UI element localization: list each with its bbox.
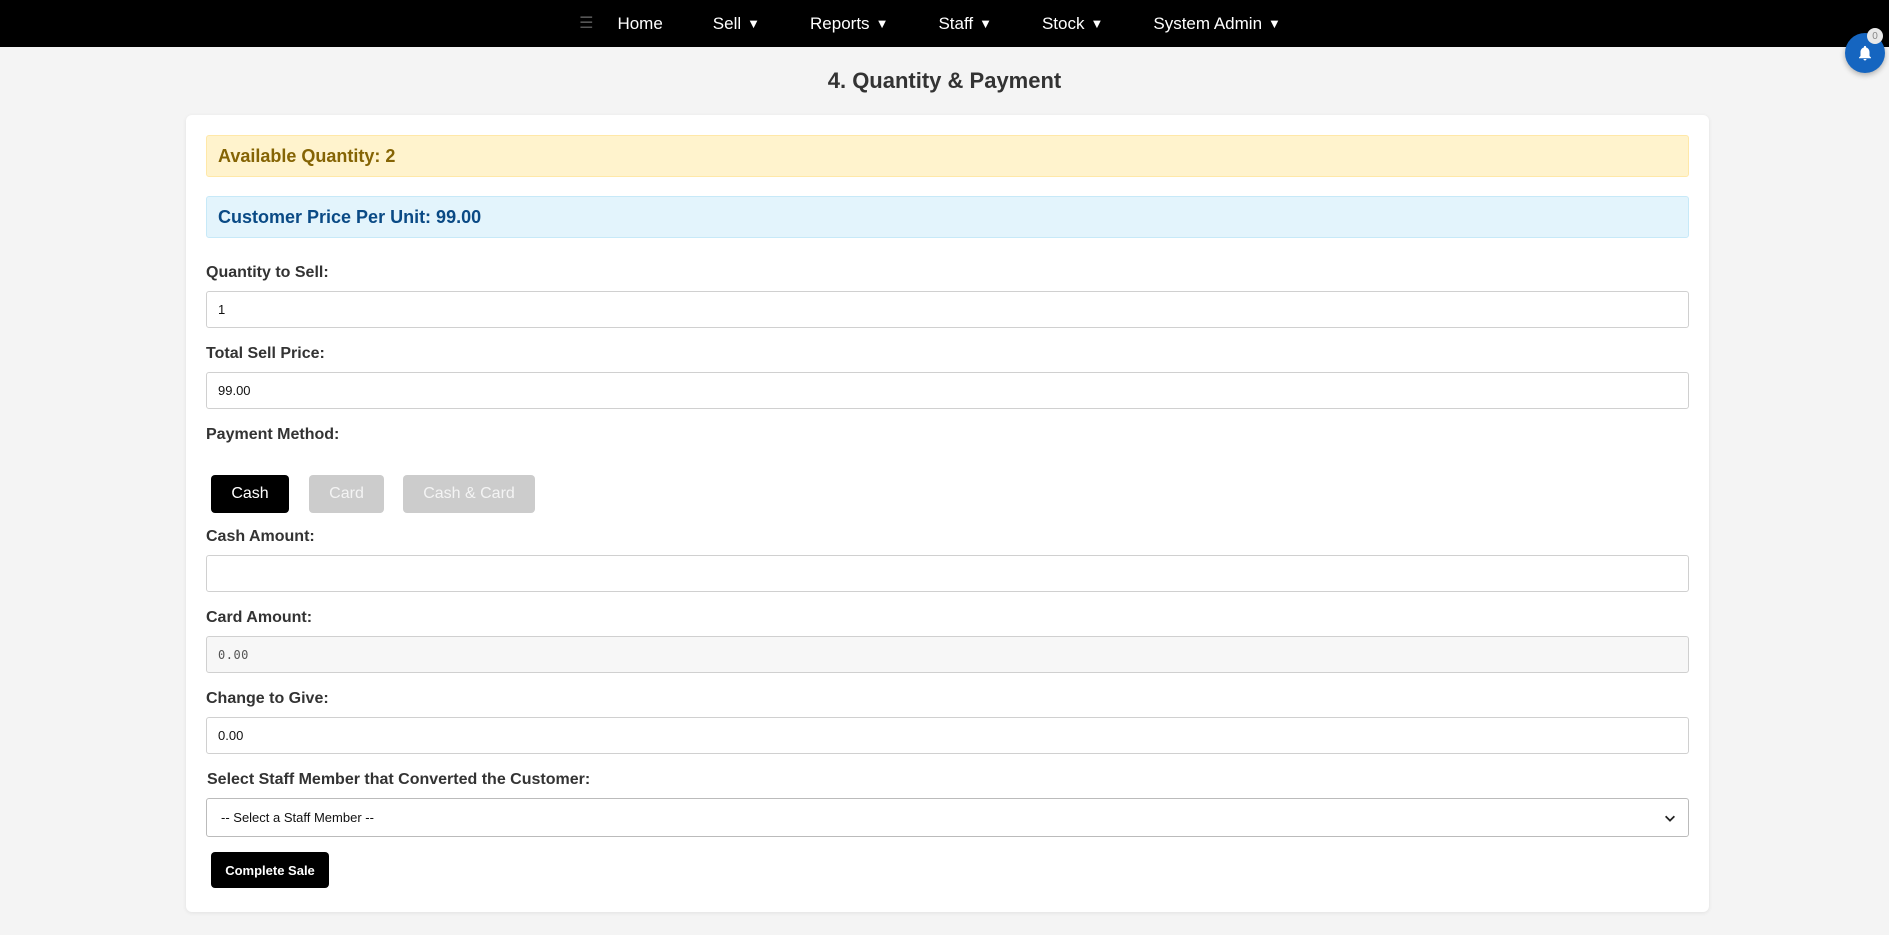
payment-method-label: Payment Method: xyxy=(206,426,340,443)
payment-form-card: Available Quantity: 2 Customer Price Per… xyxy=(186,115,1709,912)
nav-item-label: Home xyxy=(617,13,663,33)
nav-item-reports[interactable]: Reports ▼ xyxy=(785,0,913,47)
hamburger-icon[interactable]: ☰ xyxy=(579,15,593,32)
available-quantity-text: Available Quantity: 2 xyxy=(218,145,396,166)
cash-amount-label: Cash Amount: xyxy=(206,528,315,545)
nav-item-label: Sell xyxy=(712,13,742,33)
nav-item-label: Reports xyxy=(810,13,870,33)
card-amount-label: Card Amount: xyxy=(206,609,313,626)
caret-down-icon: ▼ xyxy=(979,16,992,31)
nav-item-home[interactable]: Home xyxy=(613,0,687,47)
total-price-label: Total Sell Price: xyxy=(206,345,325,362)
caret-down-icon: ▼ xyxy=(875,16,889,31)
caret-down-icon: ▼ xyxy=(1090,16,1104,31)
change-input[interactable] xyxy=(206,717,1689,754)
nav-item-system-admin[interactable]: System Admin ▼ xyxy=(1128,0,1306,47)
customer-price-text: Customer Price Per Unit: 99.00 xyxy=(218,206,482,227)
staff-select-value: -- Select a Staff Member -- xyxy=(221,810,374,825)
nav-menu: ☰ Home Sell ▼ Reports ▼ Staff ▼ Stock ▼ … xyxy=(579,0,1306,47)
quantity-input[interactable] xyxy=(206,291,1689,328)
payment-cash-and-card-button[interactable]: Cash & Card xyxy=(403,475,535,513)
staff-select-label: Select Staff Member that Converted the C… xyxy=(207,771,591,788)
customer-price-alert: Customer Price Per Unit: 99.00 xyxy=(206,196,1689,238)
nav-item-label: Staff xyxy=(938,13,974,33)
nav-item-label: System Admin xyxy=(1153,13,1263,33)
payment-card-button[interactable]: Card xyxy=(309,475,384,513)
caret-down-icon: ▼ xyxy=(747,16,761,31)
page-title: 4. Quantity & Payment xyxy=(827,68,1062,93)
nav-item-staff[interactable]: Staff ▼ xyxy=(913,0,1017,47)
nav-item-sell[interactable]: Sell ▼ xyxy=(688,0,785,47)
top-navigation: ☰ Home Sell ▼ Reports ▼ Staff ▼ Stock ▼ … xyxy=(0,0,1889,47)
notification-count-badge: 0 xyxy=(1867,28,1883,44)
card-amount-input xyxy=(206,636,1689,673)
total-price-input[interactable] xyxy=(206,372,1689,409)
chevron-down-icon xyxy=(1665,815,1675,822)
staff-select[interactable]: -- Select a Staff Member -- xyxy=(206,798,1689,837)
caret-down-icon: ▼ xyxy=(1268,16,1281,31)
quantity-label: Quantity to Sell: xyxy=(206,264,329,281)
available-quantity-alert: Available Quantity: 2 xyxy=(206,135,1689,177)
nav-item-stock[interactable]: Stock ▼ xyxy=(1017,0,1128,47)
payment-cash-button[interactable]: Cash xyxy=(211,475,289,513)
complete-sale-button[interactable]: Complete Sale xyxy=(211,852,329,888)
change-label: Change to Give: xyxy=(206,690,329,707)
nav-item-label: Stock xyxy=(1041,13,1085,33)
cash-amount-input[interactable] xyxy=(206,555,1689,592)
bell-icon xyxy=(1859,45,1871,61)
